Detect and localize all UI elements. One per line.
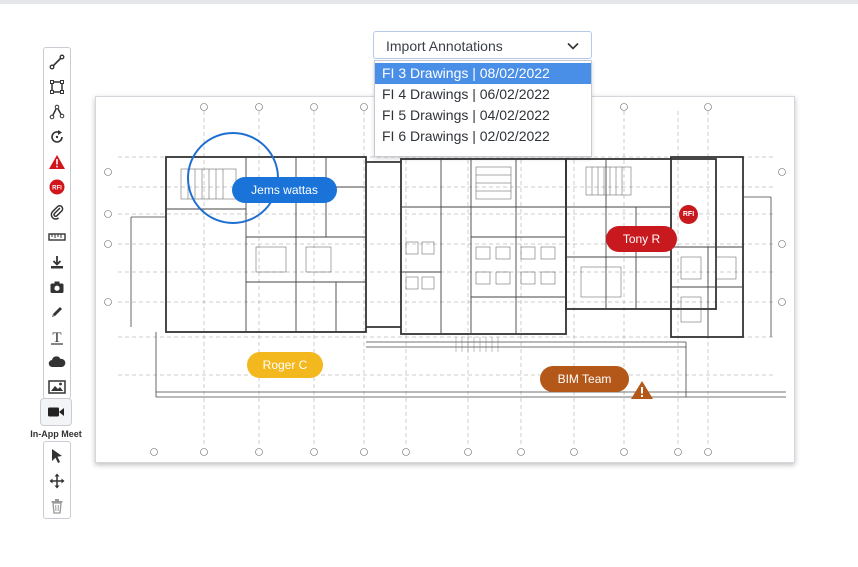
- import-annotations-dropdown[interactable]: Import Annotations: [373, 31, 592, 59]
- top-bar: [0, 0, 858, 4]
- download-icon[interactable]: [44, 250, 70, 274]
- issue-warning-icon[interactable]: [44, 150, 70, 174]
- markup-toolbar: RFI T: [43, 47, 71, 399]
- import-annotations-options: FI 3 Drawings | 08/02/2022 FI 4 Drawings…: [374, 60, 592, 157]
- user-annotation-bim[interactable]: BIM Team: [540, 366, 629, 392]
- video-camera-icon: [48, 407, 64, 417]
- rfi-marker[interactable]: RFI: [679, 205, 698, 224]
- rotate-icon[interactable]: [44, 125, 70, 149]
- drawing-viewer: RFI T In-App Meet Import Annotations FI …: [0, 0, 858, 567]
- chevron-down-icon: [567, 42, 579, 50]
- pencil-icon[interactable]: [44, 300, 70, 324]
- import-option[interactable]: FI 5 Drawings | 04/02/2022: [375, 105, 591, 126]
- select-pointer-icon[interactable]: [44, 444, 70, 468]
- rfi-icon[interactable]: RFI: [44, 175, 70, 199]
- user-annotation-tony[interactable]: Tony R: [606, 226, 677, 252]
- attachment-icon[interactable]: [44, 200, 70, 224]
- image-icon[interactable]: [44, 375, 70, 399]
- import-annotations-label: Import Annotations: [386, 38, 503, 54]
- move-icon[interactable]: [44, 469, 70, 493]
- measure-ruler-icon[interactable]: [44, 225, 70, 249]
- trash-icon[interactable]: [44, 494, 70, 518]
- text-tool-label: T: [52, 330, 61, 345]
- camera-icon[interactable]: [44, 275, 70, 299]
- issue-warning-marker-icon[interactable]: [630, 380, 654, 400]
- line-tool-icon[interactable]: [44, 50, 70, 74]
- import-option[interactable]: FI 4 Drawings | 06/02/2022: [375, 84, 591, 105]
- text-tool-icon[interactable]: T: [44, 325, 70, 349]
- import-option[interactable]: FI 3 Drawings | 08/02/2022: [375, 63, 591, 84]
- rectangle-tool-icon[interactable]: [44, 75, 70, 99]
- in-app-meet-button[interactable]: [40, 398, 72, 426]
- in-app-meet-label: In-App Meet: [30, 429, 82, 439]
- user-annotation-jems[interactable]: Jems wattas: [232, 177, 337, 203]
- user-annotation-roger[interactable]: Roger C: [247, 352, 323, 378]
- rfi-icon-label: RFI: [52, 185, 62, 191]
- navigation-toolbar: [43, 441, 71, 519]
- import-option[interactable]: FI 6 Drawings | 02/02/2022: [375, 126, 591, 147]
- cloud-icon[interactable]: [44, 350, 70, 374]
- polyline-tool-icon[interactable]: [44, 100, 70, 124]
